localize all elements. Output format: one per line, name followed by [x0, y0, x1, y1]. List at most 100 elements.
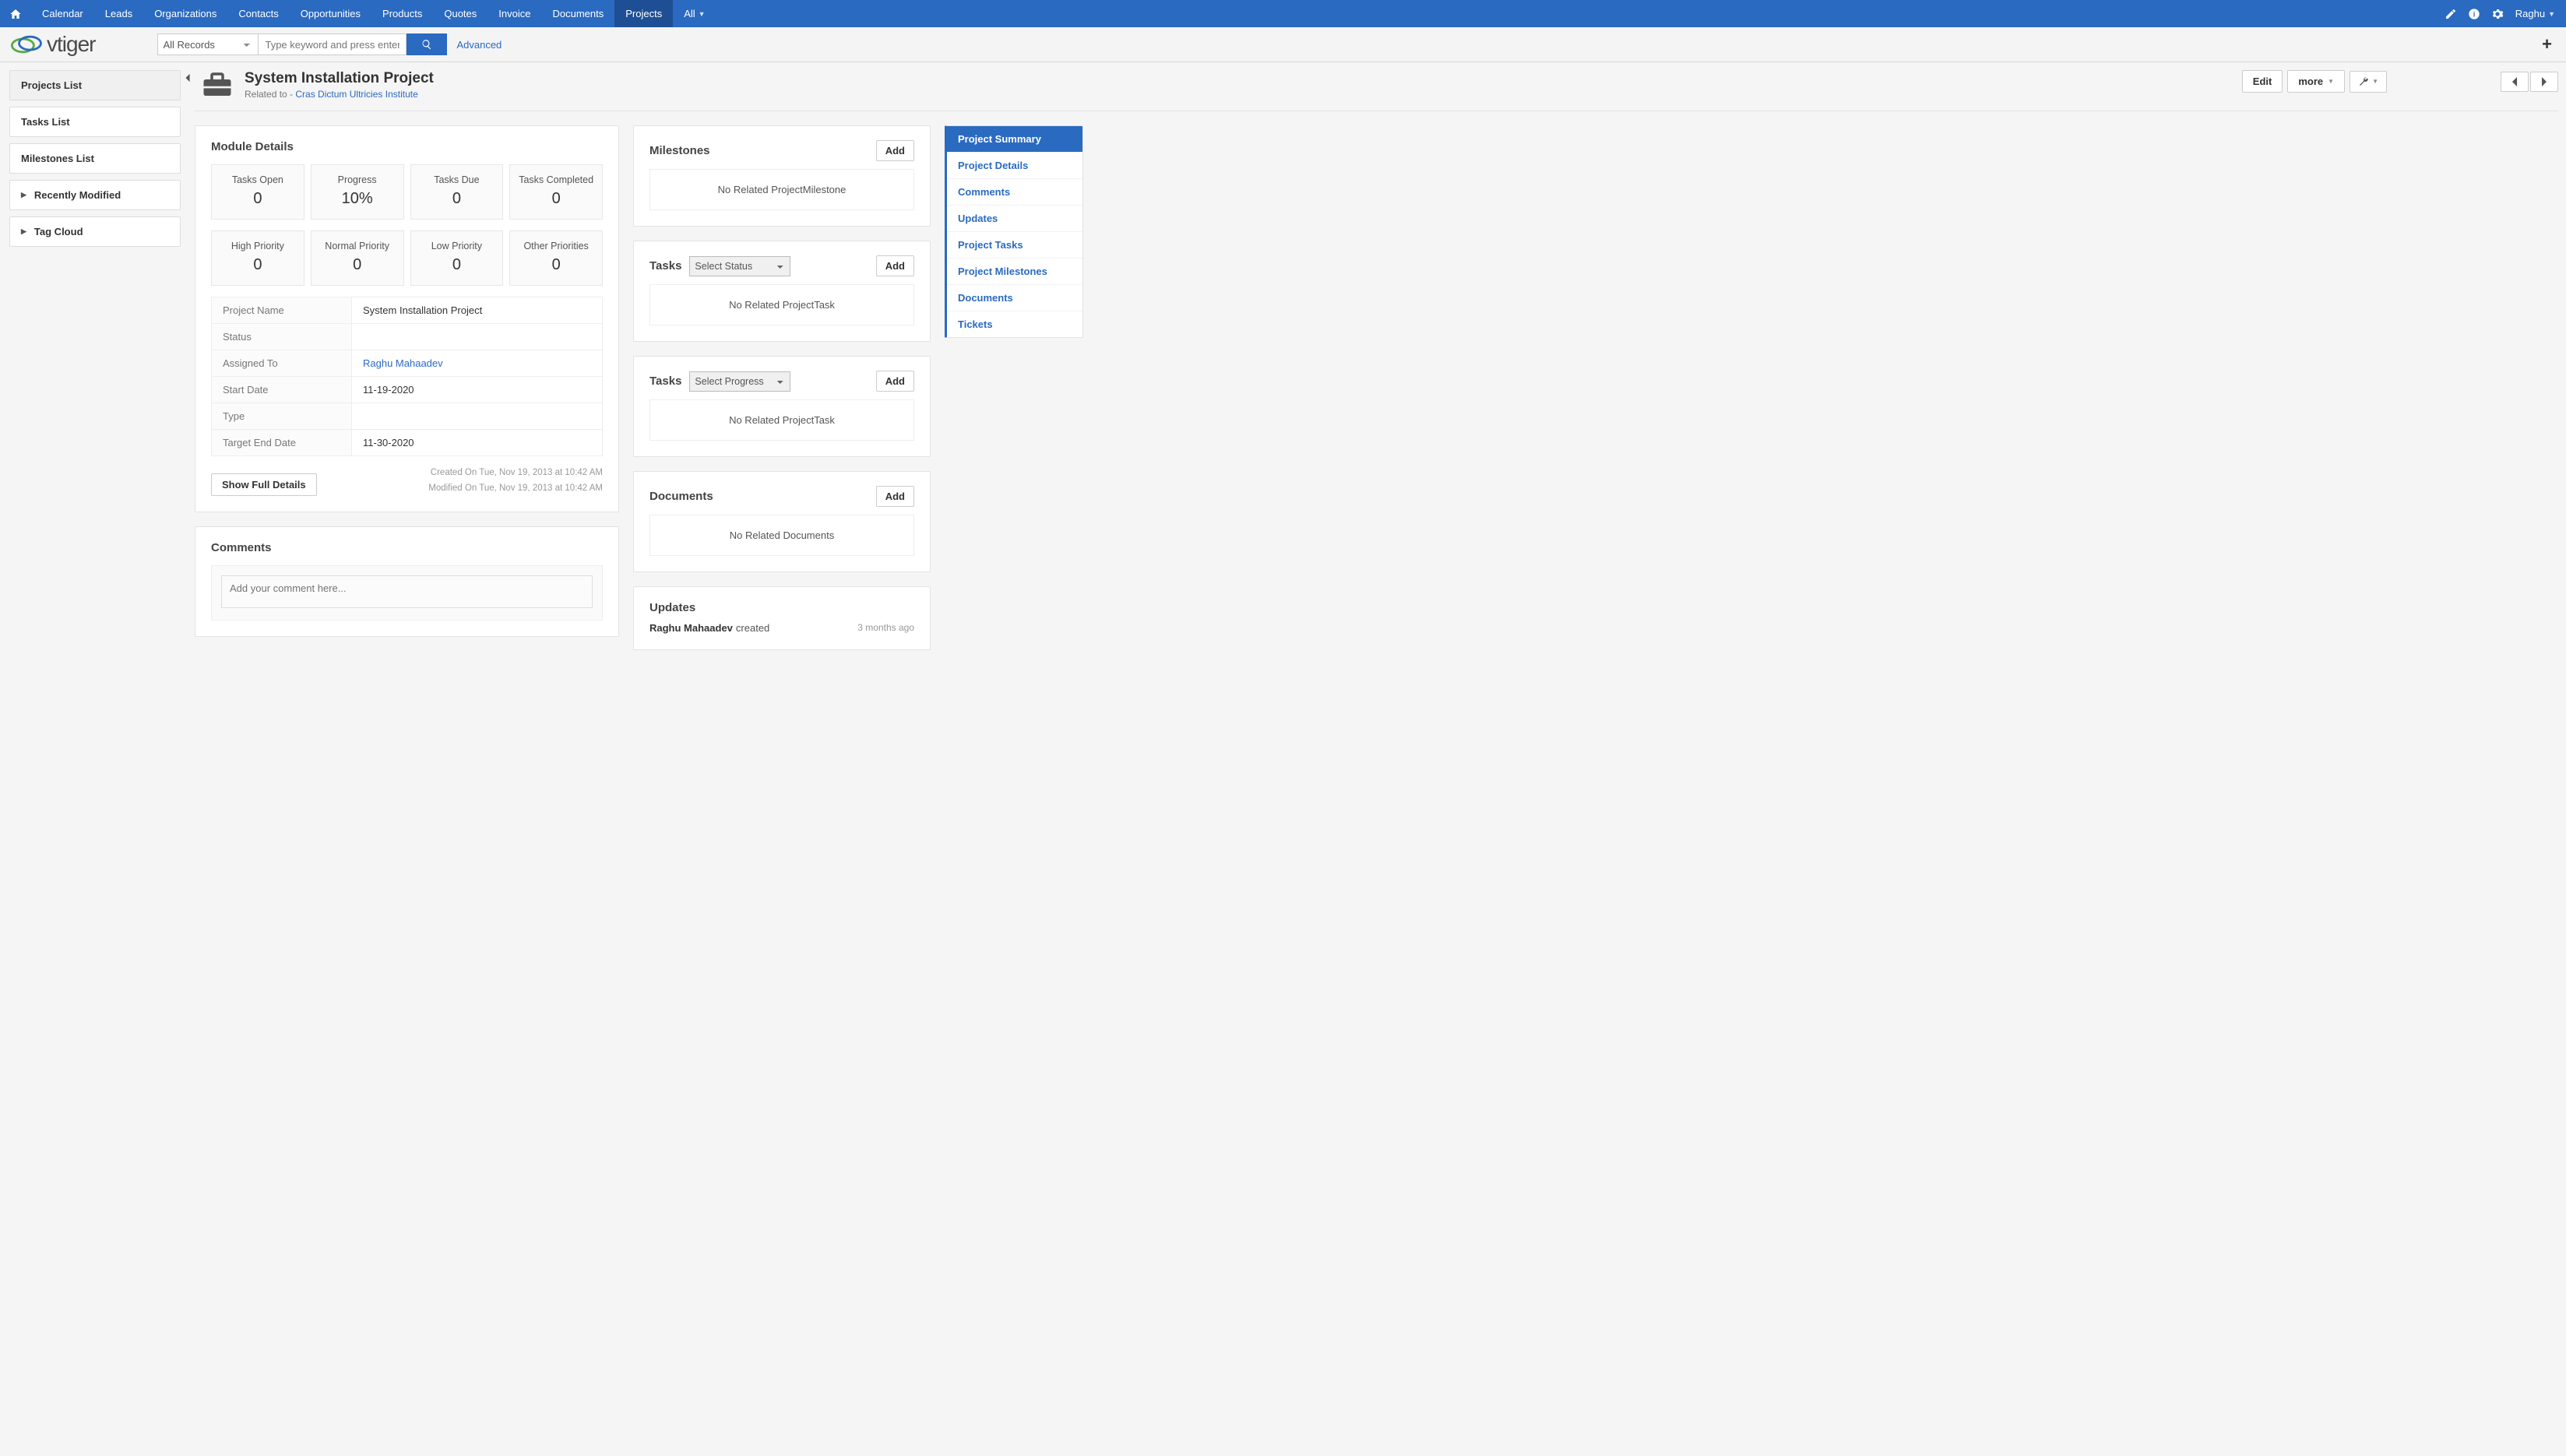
detail-row-assigned-to: Assigned ToRaghu Mahaadev: [212, 350, 603, 377]
chevron-down-icon: ▼: [699, 10, 706, 18]
nav-item-contacts[interactable]: Contacts: [227, 0, 289, 27]
nav-item-projects[interactable]: Projects: [614, 0, 673, 27]
tasks-status-select[interactable]: Select Status: [689, 256, 790, 276]
sidenav-item-comments[interactable]: Comments: [947, 179, 1082, 206]
stat-card-tasks-completed: Tasks Completed0: [509, 164, 603, 220]
detail-row-start-date: Start Date11-19-2020: [212, 377, 603, 403]
modified-time-label: Modified On Tue, Nov 19, 2013 at 10:42 A…: [317, 481, 603, 497]
comment-input[interactable]: [221, 575, 593, 608]
nav-item-all[interactable]: All▼: [673, 0, 716, 27]
documents-empty: No Related Documents: [649, 515, 914, 556]
quick-create-button[interactable]: +: [2542, 34, 2552, 55]
sidebar-accordion-tag-cloud[interactable]: ▶Tag Cloud: [10, 217, 180, 246]
add-milestone-button[interactable]: Add: [876, 140, 914, 161]
nav-item-quotes[interactable]: Quotes: [433, 0, 488, 27]
related-to-link[interactable]: Cras Dictum Ultricies Institute: [295, 89, 417, 100]
documents-panel: Documents Add No Related Documents: [633, 471, 931, 572]
stat-card-normal-priority: Normal Priority0: [311, 230, 404, 286]
gear-icon[interactable]: [2486, 8, 2509, 20]
chevron-down-icon: ▼: [2548, 10, 2555, 18]
tasks-status-heading: Tasks: [649, 259, 681, 273]
caret-right-icon: ▶: [21, 191, 26, 199]
stat-card-low-priority: Low Priority0: [410, 230, 504, 286]
milestones-empty: No Related ProjectMilestone: [649, 169, 914, 210]
tasks-progress-heading: Tasks: [649, 375, 681, 388]
tools-button[interactable]: ▼: [2350, 71, 2387, 93]
sidebar-item-tasks-list[interactable]: Tasks List: [10, 107, 180, 136]
page-title: System Installation Project: [245, 70, 434, 87]
nav-item-documents[interactable]: Documents: [541, 0, 614, 27]
nav-item-products[interactable]: Products: [371, 0, 433, 27]
briefcase-icon: [201, 70, 234, 100]
chevron-left-icon: [2509, 76, 2520, 87]
documents-heading: Documents: [649, 490, 713, 503]
module-details-panel: Module Details Tasks Open0Progress10%Tas…: [195, 125, 619, 512]
nav-item-invoice[interactable]: Invoice: [488, 0, 541, 27]
update-time: 3 months ago: [857, 622, 914, 634]
nav-item-organizations[interactable]: Organizations: [143, 0, 227, 27]
update-action: created: [736, 622, 769, 634]
sidenav-item-updates[interactable]: Updates: [947, 206, 1082, 232]
detail-row-type: Type: [212, 403, 603, 430]
search-input[interactable]: [259, 33, 407, 55]
chevron-down-icon: ▼: [2372, 78, 2378, 85]
tasks-progress-panel: Tasks Select Progress Add No Related Pro…: [633, 356, 931, 457]
search-icon: [421, 39, 432, 50]
related-to-label: Related to -: [245, 89, 293, 100]
search-button[interactable]: [407, 33, 447, 55]
tasks-progress-select[interactable]: Select Progress: [689, 371, 790, 392]
sidebar-accordion-recently-modified[interactable]: ▶Recently Modified: [10, 181, 180, 209]
chevron-right-icon: [2539, 76, 2550, 87]
advanced-search-link[interactable]: Advanced: [456, 39, 502, 51]
module-details-heading: Module Details: [211, 140, 603, 153]
wrench-icon: [2358, 76, 2369, 87]
updates-heading: Updates: [649, 601, 695, 614]
nav-item-opportunities[interactable]: Opportunities: [290, 0, 371, 27]
svg-text:i: i: [2473, 10, 2475, 18]
sidenav-item-project-details[interactable]: Project Details: [947, 153, 1082, 179]
stat-card-tasks-due: Tasks Due0: [410, 164, 504, 220]
caret-right-icon: ▶: [21, 227, 26, 236]
updates-panel: Updates Raghu Mahaadev created 3 months …: [633, 586, 931, 650]
add-task-progress-button[interactable]: Add: [876, 371, 914, 392]
created-time-label: Created On Tue, Nov 19, 2013 at 10:42 AM: [317, 466, 603, 481]
sidebar-item-milestones-list[interactable]: Milestones List: [10, 144, 180, 173]
sidenav-item-project-summary[interactable]: Project Summary: [947, 126, 1082, 153]
comments-panel: Comments: [195, 526, 619, 637]
search-scope-select[interactable]: All Records: [157, 33, 259, 55]
more-button[interactable]: more▼: [2287, 70, 2345, 93]
sidebar-collapse-toggle[interactable]: [181, 62, 195, 673]
add-document-button[interactable]: Add: [876, 486, 914, 507]
info-icon[interactable]: i: [2462, 8, 2486, 20]
pencil-icon[interactable]: [2439, 8, 2462, 20]
stat-card-tasks-open: Tasks Open0: [211, 164, 304, 220]
next-record-button[interactable]: [2530, 72, 2558, 92]
sidebar-item-projects-list[interactable]: Projects List: [10, 71, 180, 100]
home-icon[interactable]: [0, 0, 31, 27]
detail-link[interactable]: Raghu Mahaadev: [363, 357, 443, 369]
nav-item-leads[interactable]: Leads: [94, 0, 143, 27]
detail-row-target-end-date: Target End Date11-30-2020: [212, 430, 603, 456]
show-full-details-button[interactable]: Show Full Details: [211, 473, 317, 496]
sidenav-item-tickets[interactable]: Tickets: [947, 311, 1082, 337]
user-name-label: Raghu: [2515, 8, 2545, 19]
user-menu[interactable]: Raghu ▼: [2509, 8, 2566, 19]
update-author: Raghu Mahaadev: [649, 622, 733, 634]
detail-row-status: Status: [212, 324, 603, 350]
stat-card-other-priorities: Other Priorities0: [509, 230, 603, 286]
detail-row-project-name: Project NameSystem Installation Project: [212, 297, 603, 324]
nav-item-calendar[interactable]: Calendar: [31, 0, 94, 27]
tasks-progress-empty: No Related ProjectTask: [649, 399, 914, 441]
stat-card-progress: Progress10%: [311, 164, 404, 220]
tasks-status-empty: No Related ProjectTask: [649, 284, 914, 325]
milestones-heading: Milestones: [649, 144, 710, 157]
sidenav-item-project-tasks[interactable]: Project Tasks: [947, 232, 1082, 258]
edit-button[interactable]: Edit: [2242, 70, 2283, 93]
stat-card-high-priority: High Priority0: [211, 230, 304, 286]
add-task-status-button[interactable]: Add: [876, 255, 914, 276]
sidenav-item-documents[interactable]: Documents: [947, 285, 1082, 311]
sidenav-item-project-milestones[interactable]: Project Milestones: [947, 258, 1082, 285]
logo[interactable]: vtiger: [11, 32, 95, 57]
prev-record-button[interactable]: [2501, 72, 2529, 92]
logo-icon: [11, 32, 44, 57]
